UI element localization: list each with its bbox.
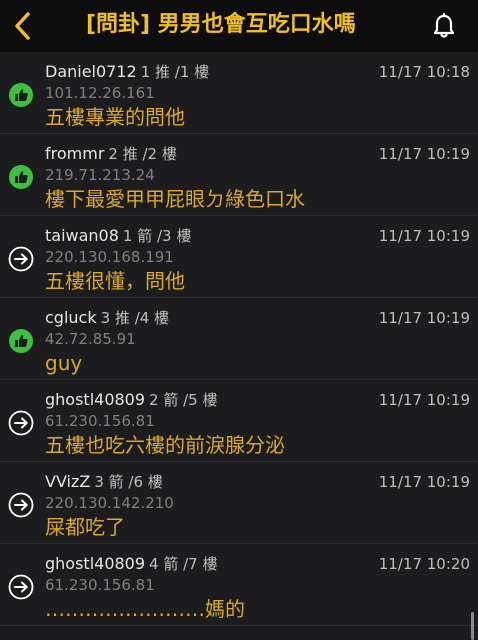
comment-floor: 4 箭 /7 樓 — [149, 555, 218, 573]
comment-ip: 220.130.142.210 — [45, 494, 174, 512]
arrow-right-icon — [8, 246, 34, 272]
back-button[interactable] — [6, 8, 40, 44]
comment-author[interactable]: cgluck — [45, 308, 97, 327]
comment-time: 11/17 10:18 — [378, 63, 470, 81]
comment-floor: 1 推 /1 樓 — [140, 63, 210, 81]
comment-author-line: taiwan08 1 箭 /3 樓 — [45, 226, 191, 246]
comment-content: 五樓也吃六樓的前淚腺分泌 — [45, 433, 285, 457]
comment-floor: 3 推 /4 樓 — [100, 309, 170, 327]
comment-author-line: frommr 2 推 /2 樓 — [45, 144, 177, 164]
comment-author[interactable]: VVizZ — [45, 472, 90, 491]
comment-content: guy — [45, 351, 83, 375]
comment-item[interactable]: Daniel0712 1 推 /1 樓 11/17 10:18 101.12.26.1… — [0, 52, 478, 134]
comment-time: 11/17 10:19 — [378, 227, 470, 245]
comment-item[interactable]: ghostl40809 2 箭 /5 樓 11/17 10:19 61.230.156… — [0, 380, 478, 462]
comment-time: 11/17 10:19 — [378, 473, 470, 491]
arrow-right-icon — [8, 492, 34, 518]
comment-content: 樓下最愛甲甲屁眼ㄉ綠色口水 — [45, 187, 305, 211]
comment-item[interactable]: VVizZ 3 箭 /6 樓 11/17 10:19 220.130.142.210 屎… — [0, 462, 478, 544]
comment-time: 11/17 10:19 — [378, 145, 470, 163]
chevron-left-icon — [15, 12, 30, 40]
comment-author-line: cgluck 3 推 /4 樓 — [45, 308, 169, 328]
page-title: [問卦] 男男也會互吃口水嗎 — [86, 12, 356, 37]
notification-button[interactable] — [428, 10, 460, 42]
comment-author[interactable]: ghostl40809 — [45, 554, 145, 573]
comment-item[interactable]: frommr 2 推 /2 樓 11/17 10:19 219.71.213.24 樓下… — [0, 134, 478, 216]
arrow-right-icon — [8, 410, 34, 436]
comment-floor: 1 箭 /3 樓 — [122, 227, 192, 245]
comment-time: 11/17 10:20 — [378, 555, 470, 573]
comment-time: 11/17 10:19 — [378, 309, 470, 327]
comment-author[interactable]: frommr — [45, 144, 104, 163]
comment-floor: 2 箭 /5 樓 — [149, 391, 218, 409]
comment-author[interactable]: taiwan08 — [45, 226, 119, 245]
comment-floor: 2 推 /2 樓 — [108, 145, 177, 163]
comment-author-line: Daniel0712 1 推 /1 樓 — [45, 62, 209, 82]
comment-content: 五樓專業的問他 — [45, 105, 185, 129]
comment-ip: 101.12.26.161 — [45, 84, 155, 102]
thumbs-up-icon — [8, 328, 34, 354]
arrow-right-icon — [8, 574, 34, 600]
comment-ip: 219.71.213.24 — [45, 166, 155, 184]
top-bar: [問卦] 男男也會互吃口水嗎 — [0, 0, 478, 52]
comment-content: 屎都吃了 — [45, 515, 125, 539]
bell-icon — [433, 13, 455, 38]
comment-ip: 220.130.168.191 — [45, 248, 174, 266]
comment-author-line: ghostl40809 4 箭 /7 樓 — [45, 554, 218, 574]
comment-ip: 61.230.156.81 — [45, 412, 155, 430]
comment-author[interactable]: Daniel0712 — [45, 62, 137, 81]
comment-item[interactable]: cgluck 3 推 /4 樓 11/17 10:19 42.72.85.91 guy — [0, 298, 478, 380]
thumbs-up-icon — [8, 82, 34, 108]
comment-author-line: VVizZ 3 箭 /6 樓 — [45, 472, 163, 492]
comment-item[interactable]: ghostl40809 4 箭 /7 樓 11/17 10:20 61.230.156… — [0, 544, 478, 626]
comment-author-line: ghostl40809 2 箭 /5 樓 — [45, 390, 218, 410]
scrollbar[interactable] — [471, 612, 474, 640]
comment-ip: 42.72.85.91 — [45, 330, 136, 348]
comment-time: 11/17 10:19 — [378, 391, 470, 409]
comment-floor: 3 箭 /6 樓 — [94, 473, 163, 491]
comment-item[interactable]: taiwan08 1 箭 /3 樓 11/17 10:19 220.130.168.1… — [0, 216, 478, 298]
comment-ip: 61.230.156.81 — [45, 576, 155, 594]
comment-content: ……………………媽的 — [45, 597, 245, 621]
thumbs-up-icon — [8, 164, 34, 190]
comment-author[interactable]: ghostl40809 — [45, 390, 145, 409]
comment-content: 五樓很懂，問他 — [45, 269, 185, 293]
